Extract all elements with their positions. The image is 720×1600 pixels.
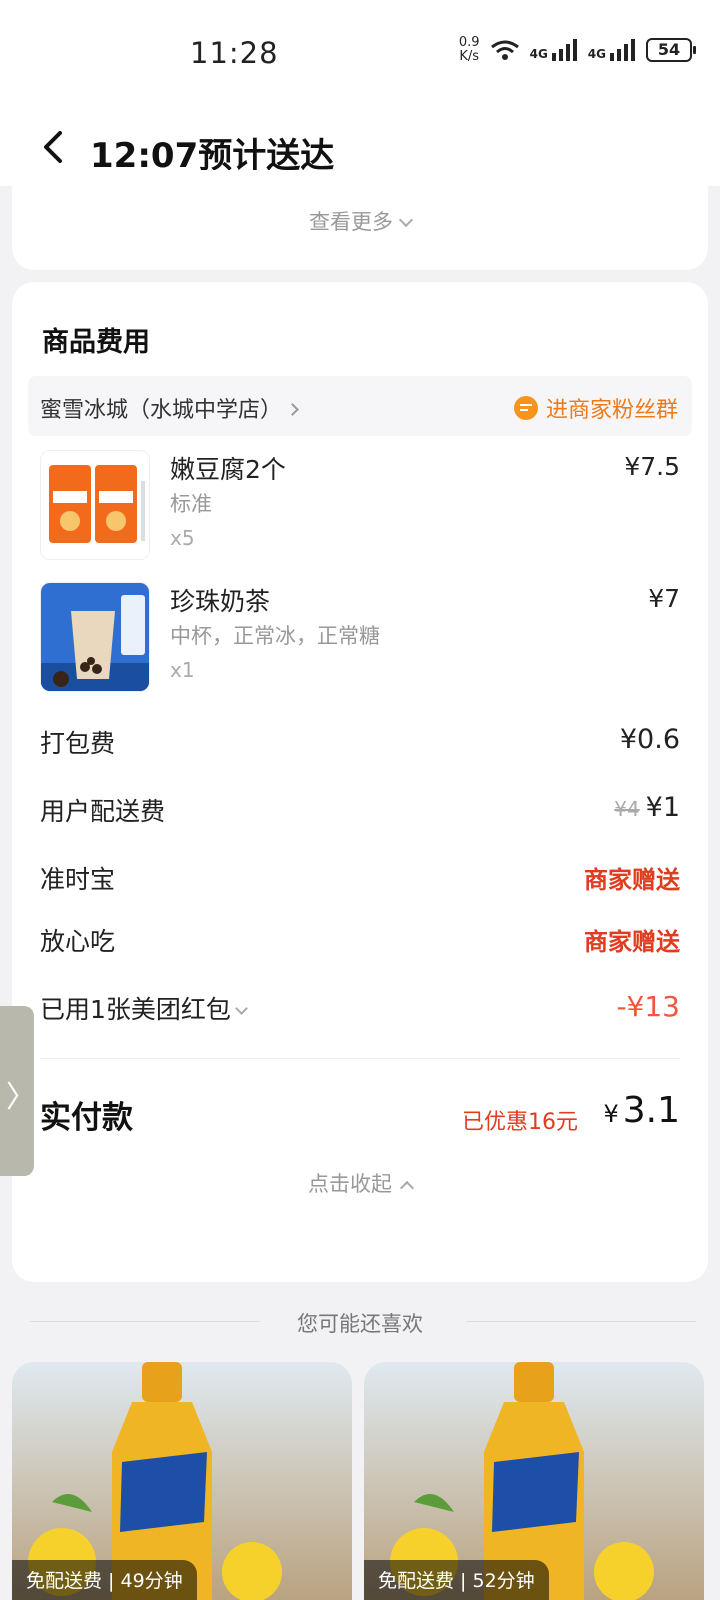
item-qty: x1 (170, 658, 195, 682)
recommend-card[interactable]: 免配送费 | 49分钟 (12, 1362, 352, 1600)
item-name: 珍珠奶茶 (170, 587, 271, 616)
safe-eat-label: 放心吃 (40, 927, 116, 956)
coupon-label[interactable]: 已用1张美团红包 (40, 990, 248, 1026)
paid-value: ¥3.1 (603, 1090, 680, 1131)
shop-bar: 蜜雪冰城（水城中学店） 进商家粉丝群 (28, 376, 692, 436)
product-image (40, 582, 150, 692)
collapse-label: 点击收起 (308, 1172, 392, 1196)
net-speed-value: 0.9 (458, 35, 480, 50)
delivery-fee-row: 用户配送费 ¥4 ¥1 (40, 792, 680, 832)
status-icons: 0.9 K/s 4G 4G 54 (459, 36, 696, 64)
delivery-fee-label: 用户配送费 (40, 797, 166, 826)
delivery-fee-amount: ¥1 (645, 792, 680, 823)
net-speed: 0.9 K/s (459, 36, 480, 64)
delivery-badge: 免配送费 | 49分钟 (12, 1560, 197, 1600)
item-price: ¥7 (648, 584, 680, 613)
coupon-label-text: 已用1张美团红包 (40, 995, 231, 1024)
paid-label: 实付款 (40, 1100, 133, 1136)
item-spec: 标准 (170, 492, 212, 516)
delivery-badge: 免配送费 | 52分钟 (364, 1560, 549, 1600)
side-expand-tab[interactable]: 〉 (0, 1006, 36, 1176)
shop-name: 蜜雪冰城（水城中学店） (40, 398, 283, 423)
view-more-label: 查看更多 (309, 210, 393, 234)
packing-fee-label: 打包费 (40, 729, 116, 758)
list-item[interactable]: 珍珠奶茶 中杯，正常冰，正常糖 x1 ¥7 (40, 582, 680, 694)
recommend-heading: 您可能还喜欢 (297, 1312, 423, 1336)
status-time: 11:28 (190, 36, 279, 70)
divider (40, 1058, 680, 1059)
net-speed-unit: K/s (459, 49, 480, 64)
signal-label-2: 4G (587, 47, 606, 61)
chat-icon (513, 396, 538, 420)
signal-label: 4G (529, 47, 548, 61)
ontime-row: 准时宝 商家赠送 (40, 860, 680, 900)
battery-icon: 54 (646, 38, 696, 62)
shop-link[interactable]: 蜜雪冰城（水城中学店） (40, 392, 299, 424)
delivery-fee-value: ¥4 ¥1 (614, 792, 680, 823)
fee-card: 商品费用 蜜雪冰城（水城中学店） 进商家粉丝群 嫩豆腐2个 标准 x5 ¥7.5 (12, 282, 708, 1282)
paid-currency: ¥ (603, 1100, 619, 1128)
wifi-icon (490, 39, 520, 61)
packing-fee-value: ¥0.6 (619, 724, 680, 755)
status-bar: 11:28 0.9 K/s 4G 4G 54 (0, 0, 720, 100)
safe-eat-value: 商家赠送 (584, 928, 680, 956)
chevron-down-icon (235, 1002, 248, 1015)
section-title: 商品费用 (42, 327, 150, 358)
chevron-left-icon[interactable] (40, 130, 68, 163)
chevron-right-icon (286, 403, 299, 416)
chevron-down-icon (398, 212, 414, 228)
safe-eat-row: 放心吃 商家赠送 (40, 922, 680, 962)
original-delivery-fee: ¥4 (614, 797, 640, 821)
packing-fee-row: 打包费 ¥0.6 (40, 724, 680, 764)
paid-amount: 3.1 (622, 1090, 680, 1131)
collapse-button[interactable]: 点击收起 (12, 1168, 708, 1198)
coupon-value: -¥13 (616, 990, 680, 1023)
item-spec: 中杯，正常冰，正常糖 (170, 624, 380, 648)
item-qty: x5 (170, 526, 195, 550)
signal-icon: 4G (530, 39, 578, 61)
list-item[interactable]: 嫩豆腐2个 标准 x5 ¥7.5 (40, 450, 680, 562)
item-name: 嫩豆腐2个 (170, 455, 286, 484)
product-image (40, 450, 150, 560)
view-more-button[interactable]: 查看更多 (12, 206, 708, 236)
ontime-label: 准时宝 (40, 865, 116, 894)
coupon-row[interactable]: 已用1张美团红包 -¥13 (40, 990, 680, 1030)
saved-amount: 已优惠16元 (462, 1110, 578, 1135)
fan-group-label: 进商家粉丝群 (545, 398, 678, 423)
signal-icon-2: 4G (588, 39, 636, 61)
order-items-card: 查看更多 (12, 170, 708, 270)
ontime-value: 商家赠送 (584, 866, 680, 894)
recommend-card[interactable]: 免配送费 | 52分钟 (364, 1362, 704, 1600)
chevron-up-icon (399, 1180, 415, 1196)
item-price: ¥7.5 (624, 452, 680, 481)
fan-group-button[interactable]: 进商家粉丝群 (513, 392, 678, 424)
chevron-right-icon: 〉 (6, 1080, 36, 1115)
